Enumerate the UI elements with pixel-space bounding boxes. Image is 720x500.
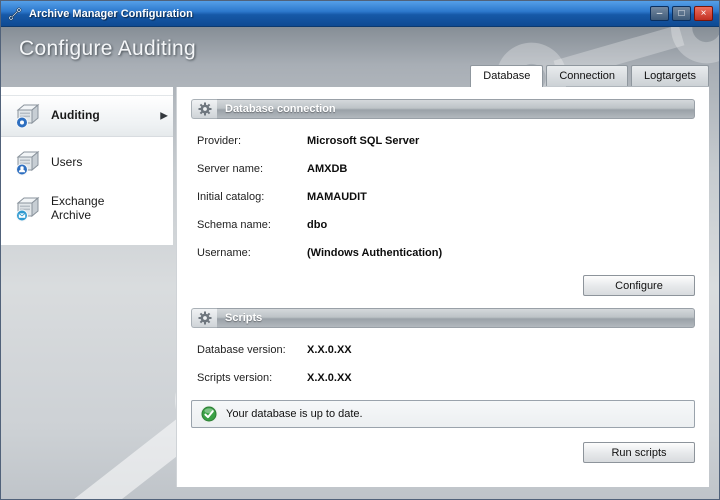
sidebar-item-label: Exchange Archive: [51, 195, 135, 223]
field-label: Username:: [197, 247, 307, 260]
field-value: (Windows Authentication): [307, 247, 442, 260]
section-title-bar: Database connection: [217, 99, 695, 119]
gear-icon: [191, 99, 217, 119]
field-label: Initial catalog:: [197, 191, 307, 204]
exchange-archive-icon: [13, 194, 43, 224]
sidebar-item-users[interactable]: Users: [1, 143, 173, 183]
field-database-version: Database version: X.X.0.XX: [197, 344, 695, 357]
minimize-button[interactable]: –: [650, 6, 669, 21]
database-status-box: Your database is up to date.: [191, 400, 695, 428]
field-value: X.X.0.XX: [307, 372, 352, 385]
archive-manager-window: Archive Manager Configuration – □ × Conf…: [0, 0, 720, 500]
field-value: dbo: [307, 219, 327, 232]
users-database-icon: [13, 148, 43, 178]
app-wrench-icon: [7, 6, 23, 22]
field-label: Provider:: [197, 135, 307, 148]
sidebar-item-label: Auditing: [51, 109, 100, 123]
sidebar-item-exchange-archive[interactable]: Exchange Archive: [1, 189, 173, 229]
field-server-name: Server name: AMXDB: [197, 163, 695, 176]
selected-arrow-icon: ▶: [160, 111, 168, 122]
sidebar-item-label: Users: [51, 156, 82, 170]
titlebar: Archive Manager Configuration – □ ×: [1, 1, 719, 27]
scripts-section-header: Scripts: [191, 308, 695, 328]
sidebar: Auditing ▶ Users: [1, 87, 173, 245]
field-provider: Provider: Microsoft SQL Server: [197, 135, 695, 148]
section-title: Scripts: [225, 312, 262, 324]
database-connection-section-header: Database connection: [191, 99, 695, 119]
success-check-icon: [200, 405, 218, 423]
configure-button-row: Configure: [191, 275, 695, 296]
window-controls: – □ ×: [650, 6, 713, 21]
field-label: Scripts version:: [197, 372, 307, 385]
tab-logtargets[interactable]: Logtargets: [631, 65, 709, 86]
run-scripts-button-row: Run scripts: [191, 442, 695, 463]
field-initial-catalog: Initial catalog: MAMAUDIT: [197, 191, 695, 204]
close-button[interactable]: ×: [694, 6, 713, 21]
field-value: X.X.0.XX: [307, 344, 352, 357]
status-message: Your database is up to date.: [226, 408, 363, 420]
tab-database[interactable]: Database: [470, 65, 543, 87]
window-title: Archive Manager Configuration: [29, 8, 644, 20]
section-title: Database connection: [225, 103, 336, 115]
field-scripts-version: Scripts version: X.X.0.XX: [197, 372, 695, 385]
window-body: Configure Auditing Database Connection L…: [1, 27, 719, 499]
tab-bar: Database Connection Logtargets: [467, 65, 709, 86]
page-title: Configure Auditing: [19, 37, 196, 61]
field-value: MAMAUDIT: [307, 191, 367, 204]
configure-button[interactable]: Configure: [583, 275, 695, 296]
main-panel: Database connection Provider: Microsoft …: [176, 87, 709, 487]
maximize-button[interactable]: □: [672, 6, 691, 21]
field-value: AMXDB: [307, 163, 347, 176]
field-username: Username: (Windows Authentication): [197, 247, 695, 260]
field-label: Server name:: [197, 163, 307, 176]
section-title-bar: Scripts: [217, 308, 695, 328]
auditing-database-icon: [13, 101, 43, 131]
field-value: Microsoft SQL Server: [307, 135, 419, 148]
tab-connection[interactable]: Connection: [546, 65, 628, 86]
field-schema-name: Schema name: dbo: [197, 219, 695, 232]
field-label: Schema name:: [197, 219, 307, 232]
sidebar-item-auditing[interactable]: Auditing ▶: [1, 95, 173, 137]
field-label: Database version:: [197, 344, 307, 357]
run-scripts-button[interactable]: Run scripts: [583, 442, 695, 463]
gear-icon: [191, 308, 217, 328]
